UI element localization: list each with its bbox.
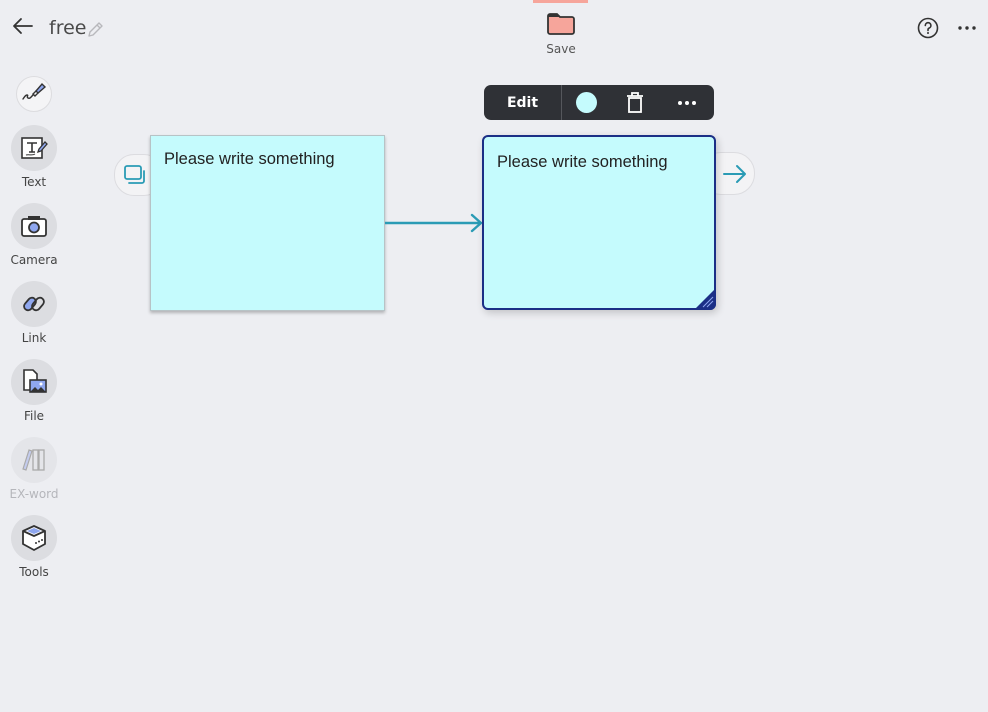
more-actions-button[interactable] — [660, 85, 714, 120]
sidebar-item-text[interactable]: Text — [8, 125, 60, 189]
back-button[interactable] — [10, 14, 36, 40]
color-swatch — [575, 92, 597, 113]
note-text: Please write something — [164, 150, 335, 168]
pencil-icon — [88, 22, 103, 37]
document-title: free — [49, 17, 87, 39]
camera-icon — [21, 216, 47, 237]
pen-icon — [22, 82, 47, 100]
folder-icon — [547, 13, 575, 35]
color-picker-button[interactable] — [562, 85, 610, 120]
sidebar-item-tools[interactable]: Tools — [8, 515, 60, 579]
save-button[interactable]: Save — [540, 12, 582, 68]
ellipsis-icon — [678, 100, 696, 105]
sidebar-label-camera: Camera — [10, 253, 58, 267]
trash-icon — [627, 91, 643, 113]
arrow-right-icon — [723, 165, 746, 183]
sidebar-label-text: Text — [21, 175, 47, 189]
sidebar-item-pen[interactable] — [8, 76, 60, 112]
text-edit-icon — [21, 137, 48, 159]
save-label: Save — [546, 42, 576, 56]
note-context-toolbar: Edit — [484, 85, 714, 120]
sticky-note[interactable]: Please write something — [150, 135, 385, 311]
edit-title-button[interactable] — [85, 20, 105, 40]
help-button[interactable] — [916, 16, 940, 40]
sidebar-label-file: File — [23, 409, 45, 423]
link-icon — [23, 296, 45, 312]
resize-handle-icon[interactable] — [694, 288, 716, 310]
question-circle-icon — [917, 17, 939, 39]
note-text[interactable]: Please write something — [497, 153, 668, 171]
sidebar-label-ex-word: EX-word — [9, 487, 59, 501]
sidebar-item-file[interactable]: File — [8, 359, 60, 423]
sticky-note-selected[interactable]: Please write something — [482, 135, 716, 310]
ellipsis-icon — [958, 26, 976, 30]
arrow-left-icon — [13, 18, 33, 34]
sidebar-item-ex-word: EX-word — [8, 437, 60, 501]
sidebar-item-link[interactable]: Link — [8, 281, 60, 345]
sidebar-item-camera[interactable]: Camera — [8, 203, 60, 267]
books-icon — [22, 449, 45, 471]
duplicate-icon — [124, 165, 145, 184]
file-image-icon — [23, 369, 47, 393]
more-options-button[interactable] — [955, 16, 979, 40]
sidebar-label-tools: Tools — [19, 565, 49, 579]
save-indicator-bar — [533, 0, 588, 3]
connector-arrow[interactable] — [385, 212, 485, 234]
delete-button[interactable] — [610, 85, 660, 120]
sidebar-label-link: Link — [21, 331, 47, 345]
edit-button[interactable]: Edit — [484, 85, 562, 120]
toolbox-icon — [22, 525, 46, 551]
